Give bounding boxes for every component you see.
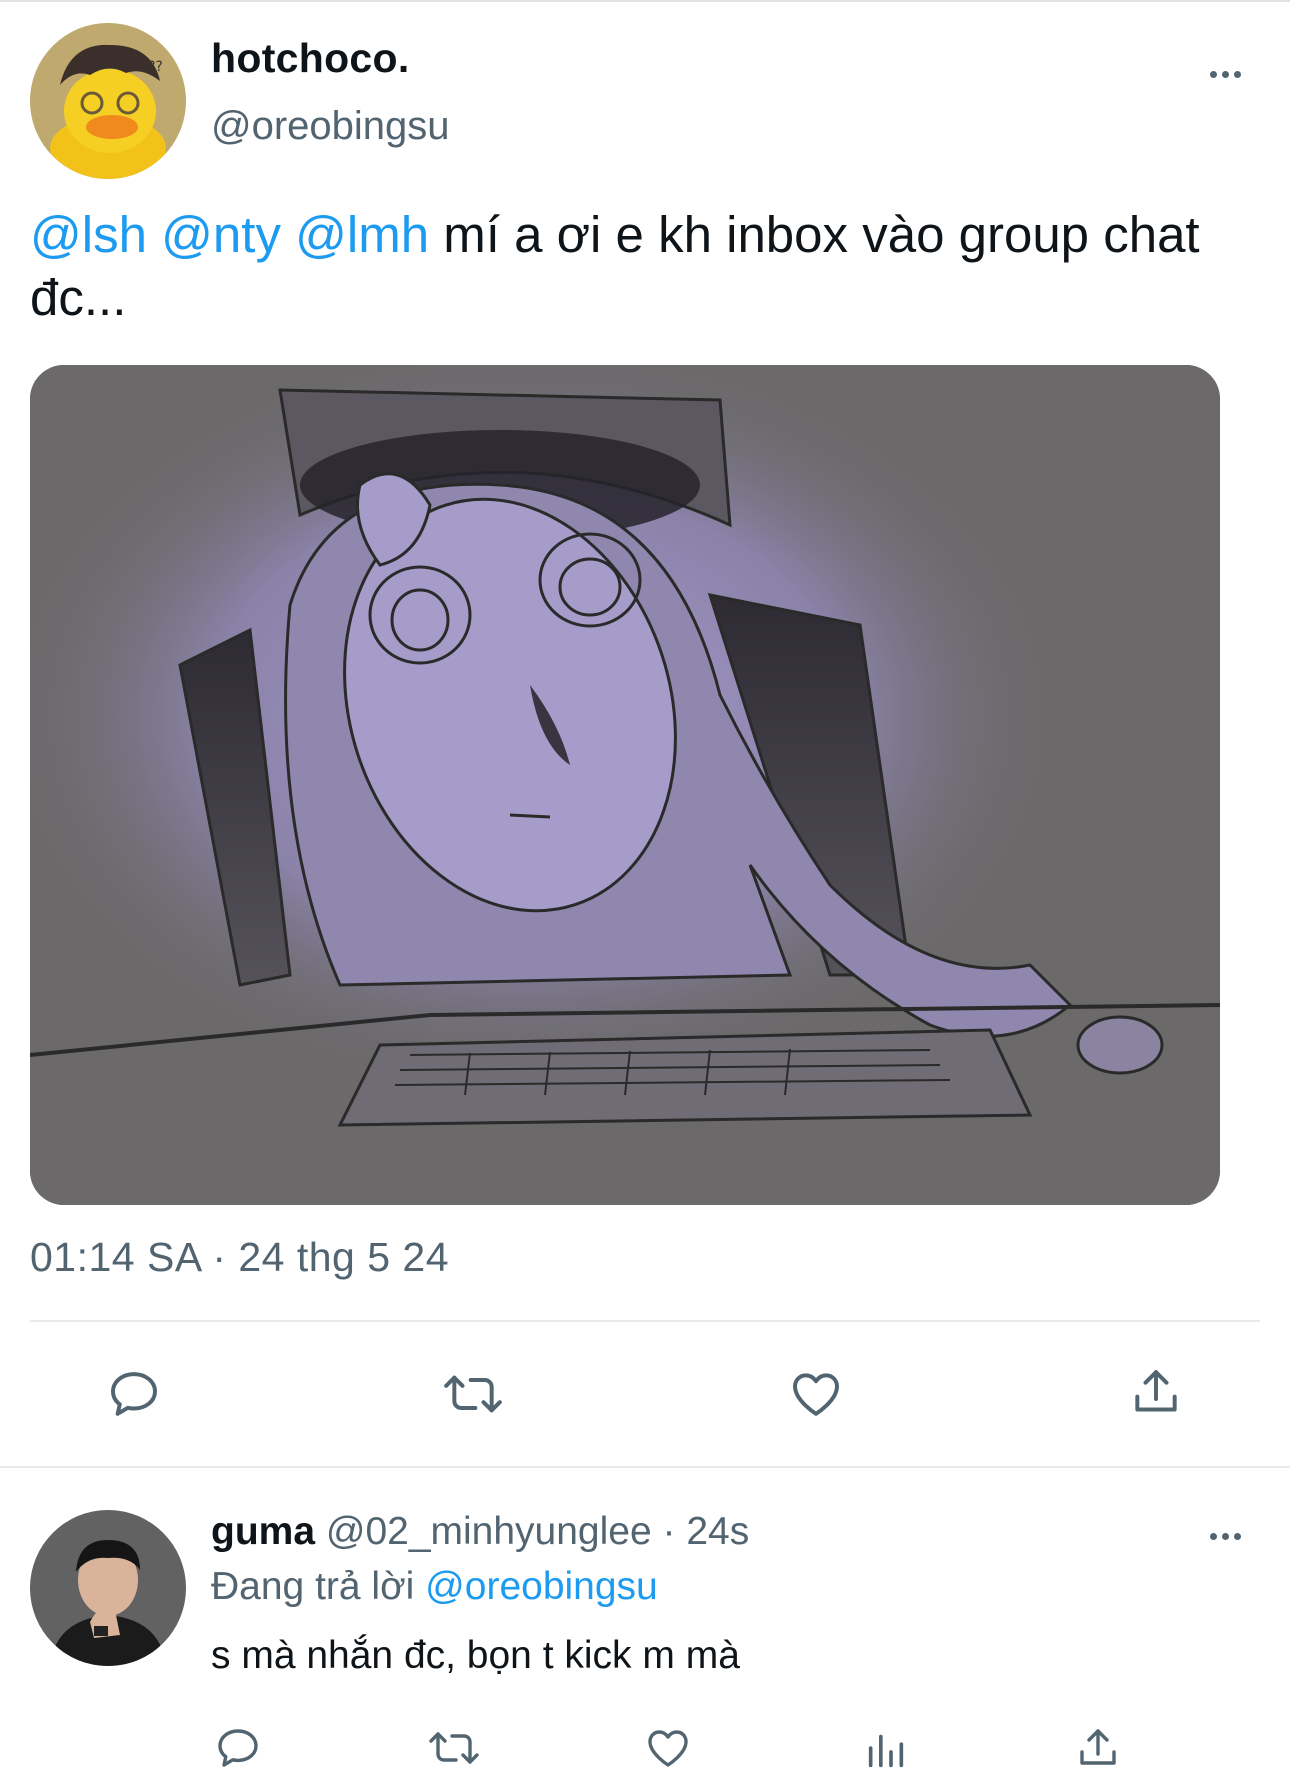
divider bbox=[0, 1466, 1290, 1468]
reply-icon[interactable] bbox=[210, 1720, 266, 1776]
tweet-text: @lsh @nty @lmh mí a ơi e kh inbox vào gr… bbox=[30, 203, 1240, 329]
reply-handle[interactable]: @02_minhyunglee bbox=[326, 1510, 652, 1553]
dot bbox=[1209, 1532, 1217, 1540]
tired-cartoon-image bbox=[30, 365, 1220, 1205]
replying-to-handle[interactable]: @oreobingsu bbox=[425, 1565, 658, 1608]
author-display-name[interactable]: hotchoco. bbox=[211, 35, 410, 82]
duck-avatar-image: ?? bbox=[30, 23, 186, 179]
author-handle[interactable]: @oreobingsu bbox=[211, 104, 450, 149]
tweet-image[interactable] bbox=[30, 365, 1220, 1205]
share-icon[interactable] bbox=[1124, 1360, 1188, 1424]
author-avatar[interactable]: ?? bbox=[30, 23, 186, 179]
reply-display-name[interactable]: guma bbox=[211, 1510, 315, 1553]
svg-text:??: ?? bbox=[148, 59, 163, 75]
retweet-icon[interactable] bbox=[424, 1720, 484, 1776]
like-icon[interactable] bbox=[640, 1720, 696, 1776]
dot bbox=[1233, 1532, 1241, 1540]
dot bbox=[1221, 1532, 1229, 1540]
dot bbox=[1233, 70, 1241, 78]
replying-to: Đang trả lời @oreobingsu bbox=[211, 1565, 658, 1609]
reply-icon[interactable] bbox=[102, 1362, 166, 1426]
mention-link[interactable]: @nty bbox=[161, 206, 281, 263]
tweet-timestamp[interactable]: 01:14 SA · 24 thg 5 24 bbox=[30, 1234, 449, 1281]
reply-header: guma @02_minhyunglee · 24s bbox=[211, 1510, 749, 1554]
share-icon[interactable] bbox=[1070, 1720, 1126, 1776]
more-options-icon[interactable] bbox=[1200, 59, 1250, 89]
reply-avatar-image bbox=[30, 1510, 186, 1666]
dot bbox=[1209, 70, 1217, 78]
replying-prefix: Đang trả lời bbox=[211, 1565, 426, 1608]
top-border bbox=[0, 0, 1290, 2]
retweet-icon[interactable] bbox=[438, 1362, 508, 1426]
mention-link[interactable]: @lsh bbox=[30, 206, 147, 263]
like-icon[interactable] bbox=[784, 1362, 848, 1426]
reply-author-avatar[interactable] bbox=[30, 1510, 186, 1666]
dot bbox=[1221, 70, 1229, 78]
views-icon[interactable] bbox=[858, 1722, 914, 1778]
divider bbox=[30, 1320, 1260, 1322]
mention-link[interactable]: @lmh bbox=[295, 206, 429, 263]
reply-text: s mà nhắn đc, bọn t kick m mà bbox=[211, 1634, 740, 1677]
separator: · bbox=[651, 1510, 687, 1553]
reply-time[interactable]: 24s bbox=[686, 1510, 749, 1553]
more-options-icon[interactable] bbox=[1200, 1521, 1250, 1551]
